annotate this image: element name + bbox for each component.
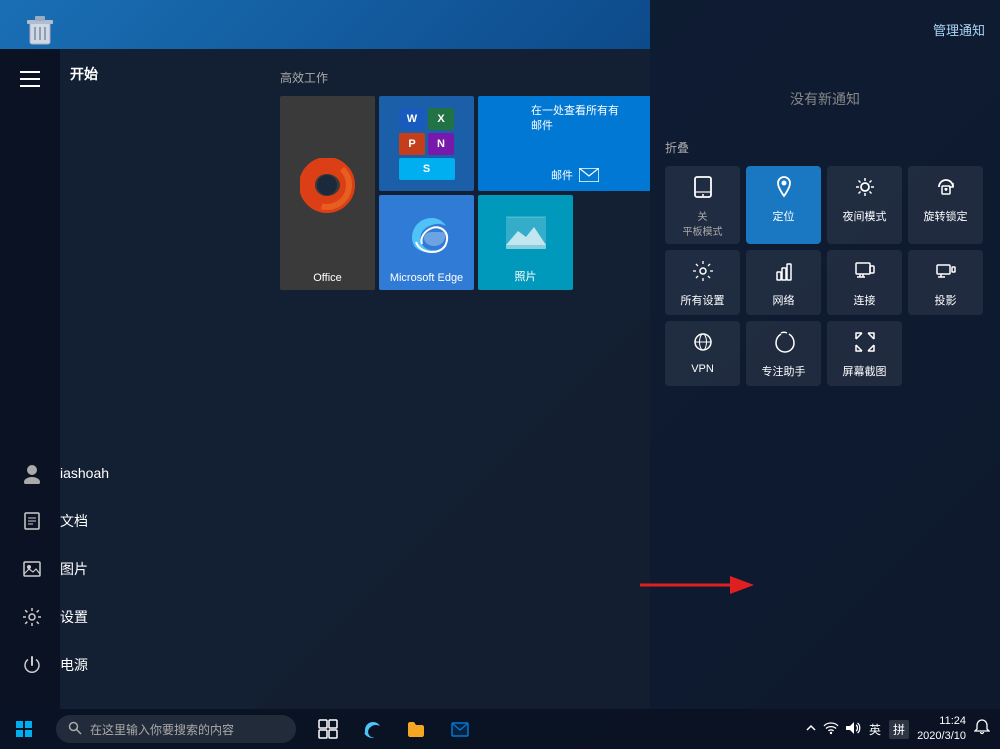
taskbar-edge[interactable] — [352, 709, 392, 749]
docs-label: 文档 — [60, 511, 88, 531]
focus-label: 专注助手 — [762, 363, 806, 379]
recycle-bin-icon — [20, 10, 60, 50]
start-title: 开始 — [70, 64, 98, 84]
tray-network[interactable] — [823, 721, 839, 738]
start-menu: 开始 iashoah — [0, 49, 650, 709]
hamburger-button[interactable] — [10, 59, 50, 99]
time-display: 11:24 — [917, 714, 966, 729]
network-icon — [773, 260, 795, 288]
screenshot-icon — [854, 331, 876, 359]
tile-mail[interactable]: 在一处查看所有有邮件 邮件 — [478, 96, 650, 191]
sidebar-item-power[interactable]: 电源 — [10, 641, 240, 689]
user-icon — [20, 461, 44, 485]
tile-photos[interactable]: 照片 — [478, 195, 573, 290]
search-bar[interactable]: 在这里输入你要搜索的内容 — [56, 715, 296, 743]
date-display: 2020/3/10 — [917, 729, 966, 744]
lang-badge[interactable]: 英 — [869, 721, 881, 738]
vpn-icon — [692, 331, 714, 359]
nightmode-icon — [854, 176, 876, 204]
docs-icon — [20, 509, 44, 533]
taskbar: 在这里输入你要搜索的内容 — [0, 709, 1000, 749]
tablet-sublabel: 平板模式 — [683, 223, 723, 238]
taskbar-right: 英 拼 11:24 2020/3/10 — [805, 714, 1000, 745]
collapse-label: 折叠 — [665, 139, 985, 156]
start-button[interactable] — [0, 709, 48, 749]
quick-btn-network[interactable]: 网络 — [746, 250, 821, 315]
tile-photos-label: 照片 — [515, 268, 537, 284]
mail-tile-text: 在一处查看所有有邮件 — [531, 104, 619, 135]
screenshot-label: 屏幕截图 — [843, 363, 887, 379]
quick-grid-row2: 所有设置 网络 — [665, 250, 985, 315]
sidebar-item-pictures[interactable]: 图片 — [10, 545, 240, 593]
taskbar-mail[interactable] — [440, 709, 480, 749]
desktop: 回收站 开始 iashoah — [0, 0, 1000, 749]
quick-btn-screenshot[interactable]: 屏幕截图 — [827, 321, 902, 386]
quick-btn-tablet[interactable]: 关 平板模式 — [665, 166, 740, 244]
user-label: iashoah — [60, 465, 109, 481]
focus-icon — [773, 331, 795, 359]
clock[interactable]: 11:24 2020/3/10 — [917, 714, 966, 745]
search-icon — [68, 721, 82, 738]
quick-btn-nightmode[interactable]: 夜间模式 — [827, 166, 902, 244]
tile-office-label: Office — [313, 272, 342, 284]
settings-label: 设置 — [60, 607, 88, 627]
allsettings-icon — [692, 260, 714, 288]
input-method[interactable]: 拼 — [889, 720, 909, 739]
connect-label: 连接 — [854, 292, 876, 308]
system-tray — [805, 721, 861, 738]
tiles-area: 高效工作 — [260, 49, 650, 709]
project-label: 投影 — [935, 292, 957, 308]
quick-btn-project[interactable]: 投影 — [908, 250, 983, 315]
quick-settings-panel: 管理通知 没有新通知 折叠 关 平板模式 — [650, 0, 1000, 749]
quick-btn-rotate[interactable]: 旋转锁定 — [908, 166, 983, 244]
connect-icon — [854, 260, 876, 288]
location-icon — [774, 176, 794, 204]
sidebar-item-settings[interactable]: 设置 — [10, 593, 240, 641]
tablet-icon — [692, 176, 714, 204]
sidebar-item-user[interactable]: iashoah — [10, 449, 240, 497]
rotate-icon — [935, 176, 957, 204]
task-view-btn[interactable] — [308, 709, 348, 749]
network-label: 网络 — [773, 292, 795, 308]
tiles-section-label: 高效工作 — [280, 69, 630, 86]
taskbar-apps — [308, 709, 480, 749]
location-label: 定位 — [773, 208, 795, 224]
mail-tile-label: 邮件 — [551, 167, 573, 183]
allsettings-label: 所有设置 — [681, 292, 725, 308]
sidebar-items: iashoah 文档 — [0, 449, 240, 689]
quick-btn-vpn[interactable]: VPN — [665, 321, 740, 386]
vpn-label: VPN — [691, 363, 714, 375]
tray-up-arrow[interactable] — [805, 721, 817, 737]
tile-edge-label: Microsoft Edge — [390, 272, 463, 284]
sidebar-item-docs[interactable]: 文档 — [10, 497, 240, 545]
taskbar-explorer[interactable] — [396, 709, 436, 749]
pictures-icon — [20, 557, 44, 581]
quick-buttons-grid: 关 平板模式 定位 — [665, 166, 985, 244]
tablet-label: 关 — [698, 208, 708, 223]
tile-office[interactable]: Office — [280, 96, 375, 290]
quick-btn-allsettings[interactable]: 所有设置 — [665, 250, 740, 315]
rotate-label: 旋转锁定 — [924, 208, 968, 224]
tile-edge[interactable]: Microsoft Edge — [379, 195, 474, 290]
quick-btn-connect[interactable]: 连接 — [827, 250, 902, 315]
quick-btn-focus[interactable]: 专注助手 — [746, 321, 821, 386]
no-new-notice: 没有新通知 — [665, 89, 985, 109]
project-icon — [935, 260, 957, 288]
quick-btn-location[interactable]: 定位 — [746, 166, 821, 244]
manage-notice-btn[interactable]: 管理通知 — [665, 20, 985, 39]
notification-btn[interactable] — [974, 719, 990, 740]
search-placeholder-text: 在这里输入你要搜索的内容 — [90, 721, 234, 738]
tray-volume[interactable] — [845, 721, 861, 738]
quick-grid-row3: VPN 专注助手 — [665, 321, 985, 386]
pictures-label: 图片 — [60, 559, 88, 579]
settings-icon — [20, 605, 44, 629]
nightmode-label: 夜间模式 — [843, 208, 887, 224]
power-icon — [20, 653, 44, 677]
power-label: 电源 — [60, 655, 88, 675]
tile-office-apps[interactable]: W X P N S — [379, 96, 474, 191]
